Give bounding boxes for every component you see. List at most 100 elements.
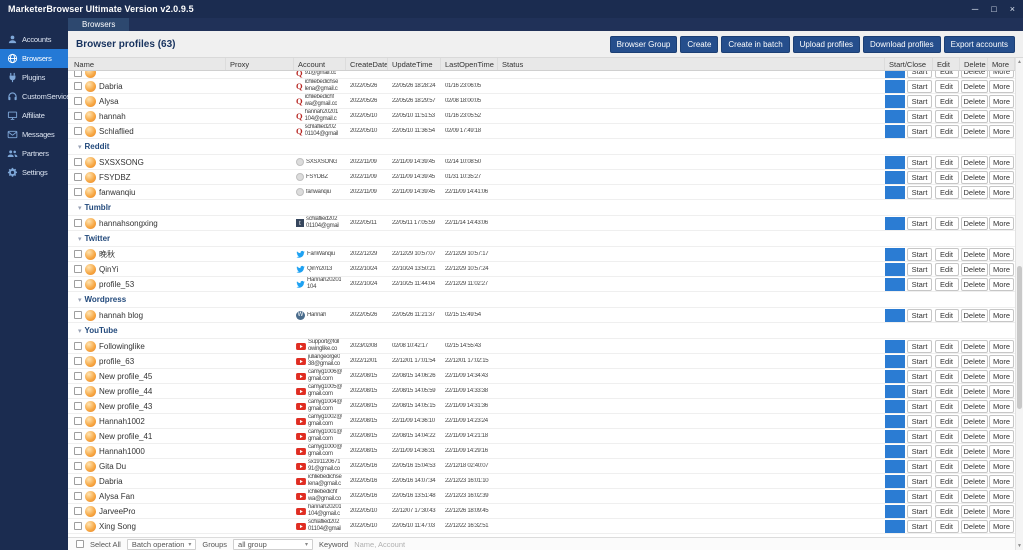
sidebar-item-browsers[interactable]: Browsers xyxy=(0,49,68,68)
sidebar-item-messages[interactable]: Messages xyxy=(0,125,68,144)
row-checkbox[interactable] xyxy=(74,265,82,273)
edit-button[interactable]: Edit xyxy=(934,384,959,398)
edit-button[interactable]: Edit xyxy=(934,170,959,184)
row-checkbox[interactable] xyxy=(74,342,82,350)
more-button[interactable]: More xyxy=(989,504,1014,518)
row-checkbox[interactable] xyxy=(74,477,82,485)
edit-button[interactable]: Edit xyxy=(934,459,959,473)
more-button[interactable]: More xyxy=(989,262,1014,276)
delete-button[interactable]: Delete xyxy=(960,474,988,488)
row-checkbox[interactable] xyxy=(74,188,82,196)
edit-button[interactable]: Edit xyxy=(934,339,959,353)
edit-button[interactable]: Edit xyxy=(934,489,959,503)
edit-button[interactable]: Edit xyxy=(934,504,959,518)
export-accounts-button[interactable]: Export accounts xyxy=(943,35,1015,53)
delete-button[interactable]: Delete xyxy=(960,429,988,443)
start-button[interactable]: Start xyxy=(907,354,932,368)
sidebar-item-customservice[interactable]: CustomService xyxy=(0,87,68,106)
start-button[interactable]: Start xyxy=(907,79,932,93)
edit-button[interactable]: Edit xyxy=(934,155,959,169)
delete-button[interactable]: Delete xyxy=(960,519,988,533)
start-button[interactable]: Start xyxy=(907,414,932,428)
group-header-tumblr[interactable]: ▾ Tumblr xyxy=(68,200,1015,216)
row-checkbox[interactable] xyxy=(74,97,82,105)
start-button[interactable]: Start xyxy=(907,124,932,138)
start-button[interactable]: Start xyxy=(907,384,932,398)
start-button[interactable]: Start xyxy=(907,399,932,413)
edit-button[interactable]: Edit xyxy=(934,354,959,368)
delete-button[interactable]: Delete xyxy=(960,94,988,108)
download-profiles-button[interactable]: Download profiles xyxy=(863,35,941,53)
row-checkbox[interactable] xyxy=(74,387,82,395)
sidebar-item-plugins[interactable]: Plugins xyxy=(0,68,68,87)
delete-button[interactable]: Delete xyxy=(960,155,988,169)
edit-button[interactable]: Edit xyxy=(934,414,959,428)
delete-button[interactable]: Delete xyxy=(960,277,988,291)
delete-button[interactable]: Delete xyxy=(960,414,988,428)
delete-button[interactable]: Delete xyxy=(960,79,988,93)
delete-button[interactable]: Delete xyxy=(960,185,988,199)
start-button[interactable]: Start xyxy=(907,339,932,353)
start-button[interactable]: Start xyxy=(907,474,932,488)
more-button[interactable]: More xyxy=(989,474,1014,488)
row-checkbox[interactable] xyxy=(74,280,82,288)
more-button[interactable]: More xyxy=(989,444,1014,458)
edit-button[interactable]: Edit xyxy=(934,109,959,123)
more-button[interactable]: More xyxy=(989,354,1014,368)
create-button[interactable]: Create xyxy=(680,35,719,53)
vertical-scrollbar[interactable]: ▲ ▼ xyxy=(1015,58,1023,550)
start-button[interactable]: Start xyxy=(907,429,932,443)
row-checkbox[interactable] xyxy=(74,462,82,470)
delete-button[interactable]: Delete xyxy=(960,339,988,353)
delete-button[interactable]: Delete xyxy=(960,504,988,518)
delete-button[interactable]: Delete xyxy=(960,247,988,261)
edit-button[interactable]: Edit xyxy=(934,474,959,488)
more-button[interactable]: More xyxy=(989,429,1014,443)
start-button[interactable]: Start xyxy=(907,308,932,322)
delete-button[interactable]: Delete xyxy=(960,354,988,368)
delete-button[interactable]: Delete xyxy=(960,489,988,503)
row-checkbox[interactable] xyxy=(74,402,82,410)
more-button[interactable]: More xyxy=(989,170,1014,184)
row-checkbox[interactable] xyxy=(74,82,82,90)
more-button[interactable]: More xyxy=(989,414,1014,428)
sidebar-item-partners[interactable]: Partners xyxy=(0,144,68,163)
more-button[interactable]: More xyxy=(989,308,1014,322)
upload-profiles-button[interactable]: Upload profiles xyxy=(792,35,861,53)
start-button[interactable]: Start xyxy=(907,369,932,383)
edit-button[interactable]: Edit xyxy=(934,124,959,138)
scrollbar-thumb[interactable] xyxy=(1017,265,1022,409)
edit-button[interactable]: Edit xyxy=(934,308,959,322)
more-button[interactable]: More xyxy=(989,71,1014,78)
start-button[interactable]: Start xyxy=(907,262,932,276)
more-button[interactable]: More xyxy=(989,339,1014,353)
row-checkbox[interactable] xyxy=(74,311,82,319)
row-checkbox[interactable] xyxy=(74,250,82,258)
start-button[interactable]: Start xyxy=(907,277,932,291)
groups-select[interactable]: all group ▾ xyxy=(233,538,314,550)
more-button[interactable]: More xyxy=(989,399,1014,413)
row-checkbox[interactable] xyxy=(74,372,82,380)
edit-button[interactable]: Edit xyxy=(934,429,959,443)
delete-button[interactable]: Delete xyxy=(960,384,988,398)
delete-button[interactable]: Delete xyxy=(960,444,988,458)
start-button[interactable]: Start xyxy=(907,444,932,458)
edit-button[interactable]: Edit xyxy=(934,185,959,199)
start-button[interactable]: Start xyxy=(907,71,932,78)
select-all-checkbox[interactable] xyxy=(76,540,84,548)
edit-button[interactable]: Edit xyxy=(934,369,959,383)
sidebar-item-settings[interactable]: Settings xyxy=(0,163,68,182)
delete-button[interactable]: Delete xyxy=(960,71,988,78)
edit-button[interactable]: Edit xyxy=(934,71,959,78)
more-button[interactable]: More xyxy=(989,185,1014,199)
row-checkbox[interactable] xyxy=(74,492,82,500)
delete-button[interactable]: Delete xyxy=(960,109,988,123)
row-checkbox[interactable] xyxy=(74,522,82,530)
row-checkbox[interactable] xyxy=(74,447,82,455)
more-button[interactable]: More xyxy=(989,489,1014,503)
edit-button[interactable]: Edit xyxy=(934,519,959,533)
group-header-wordpress[interactable]: ▾ Wordpress xyxy=(68,292,1015,308)
batch-operation-dropdown[interactable]: Batch operation ▾ xyxy=(126,538,197,550)
more-button[interactable]: More xyxy=(989,459,1014,473)
edit-button[interactable]: Edit xyxy=(934,444,959,458)
